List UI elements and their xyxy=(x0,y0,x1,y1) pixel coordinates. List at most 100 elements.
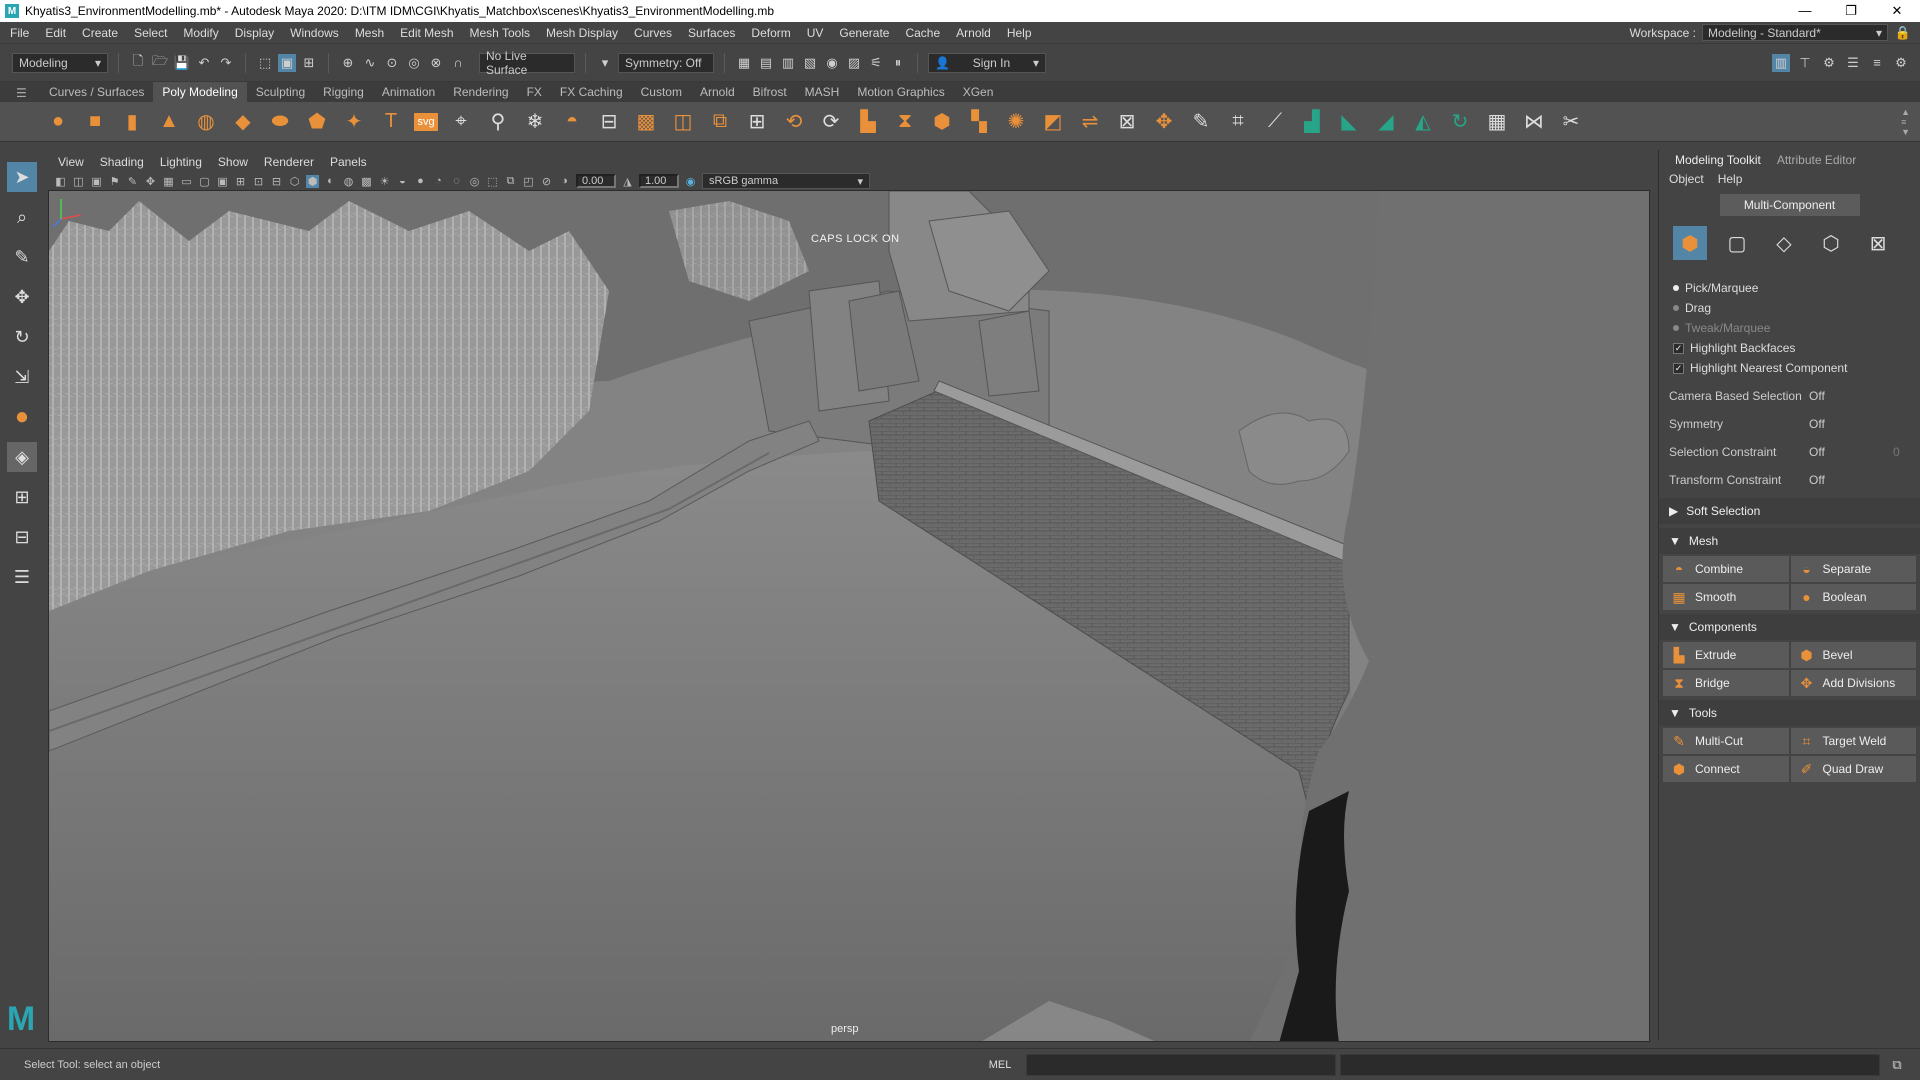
tab-attribute-editor[interactable]: Attribute Editor xyxy=(1769,151,1864,169)
highlight-backfaces-checkbox[interactable]: ✓ Highlight Backfaces xyxy=(1659,338,1920,358)
bookmark-flag-icon[interactable]: ⚑ xyxy=(108,175,121,188)
menu-uv[interactable]: UV xyxy=(799,26,832,40)
use-all-lights-icon[interactable]: ☀ xyxy=(378,175,391,188)
tweak-marquee-option[interactable]: Tweak/Marquee xyxy=(1659,318,1920,338)
pick-marquee-option[interactable]: Pick/Marquee xyxy=(1659,278,1920,298)
snap-magnet-icon[interactable]: ∩ xyxy=(449,54,467,72)
object-mode-icon[interactable]: ⬢ xyxy=(1673,226,1707,260)
tab-arnold[interactable]: Arnold xyxy=(691,82,744,102)
extrude-button[interactable]: ▙ Extrude xyxy=(1663,642,1789,668)
uv-layout-icon[interactable]: ↻ xyxy=(1446,108,1474,136)
bevel-icon[interactable]: ⬢ xyxy=(928,108,956,136)
svg-icon[interactable]: svg xyxy=(414,112,438,131)
combine-icon[interactable]: ◓ xyxy=(558,108,586,136)
two-d-pan-icon[interactable]: ✥ xyxy=(144,175,157,188)
shelf-scroll-down-icon[interactable]: ▼ xyxy=(1901,127,1910,137)
exposure-icon[interactable]: ◑ xyxy=(558,175,571,188)
motion-blur-icon[interactable]: ◔ xyxy=(432,175,445,188)
drag-option[interactable]: Drag xyxy=(1659,298,1920,318)
smooth-icon[interactable]: ▩ xyxy=(632,108,660,136)
menu-lighting[interactable]: Lighting xyxy=(160,155,202,169)
channel-box-icon[interactable]: ☰ xyxy=(1844,54,1862,72)
grease-pencil-icon[interactable]: ✎ xyxy=(126,175,139,188)
merge-icon[interactable]: ✥ xyxy=(1150,108,1178,136)
poly-cube-icon[interactable]: ■ xyxy=(81,108,109,136)
poly-text-icon[interactable]: T xyxy=(377,108,405,136)
hypershade-icon[interactable]: ◉ xyxy=(823,54,841,72)
retopo-icon[interactable]: ⟳ xyxy=(817,108,845,136)
uv-planar-icon[interactable]: ▟ xyxy=(1298,108,1326,136)
shadows-icon[interactable]: ◒ xyxy=(396,175,409,188)
tab-sculpting[interactable]: Sculpting xyxy=(247,82,314,102)
extrude-icon[interactable]: ▙ xyxy=(854,108,882,136)
menu-renderer[interactable]: Renderer xyxy=(264,155,314,169)
script-language-label[interactable]: MEL xyxy=(980,1059,1020,1071)
menu-file[interactable]: File xyxy=(0,26,37,40)
tab-motion-graphics[interactable]: Motion Graphics xyxy=(848,82,953,102)
remesh-icon[interactable]: ⟲ xyxy=(780,108,808,136)
add-divisions-button[interactable]: ✥ Add Divisions xyxy=(1790,670,1916,696)
menu-surfaces[interactable]: Surfaces xyxy=(680,26,743,40)
measure-icon[interactable]: ⌖ xyxy=(447,108,475,136)
workspace-dropdown[interactable]: Modeling - Standard* ▾ xyxy=(1702,24,1888,41)
render-frame-icon[interactable]: ▤ xyxy=(757,54,775,72)
last-tool-icon[interactable]: ● xyxy=(7,402,37,432)
create-uv-icon[interactable]: ⚲ xyxy=(484,108,512,136)
soft-selection-section[interactable]: ▶ Soft Selection xyxy=(1659,498,1920,524)
attribute-editor-icon[interactable]: ⊤ xyxy=(1796,54,1814,72)
target-weld-icon[interactable]: ⌗ xyxy=(1224,108,1252,136)
open-scene-icon[interactable]: 🗁 xyxy=(151,53,169,72)
super-shape-icon[interactable]: ✦ xyxy=(340,108,368,136)
poly-cylinder-icon[interactable]: ▮ xyxy=(118,108,146,136)
outliner-layout-icon[interactable]: ☰ xyxy=(7,562,37,592)
tab-curves-surfaces[interactable]: Curves / Surfaces xyxy=(40,82,153,102)
sign-in-dropdown[interactable]: 👤 Sign In ▾ xyxy=(928,52,1046,73)
smooth-button[interactable]: ▦ Smooth xyxy=(1663,584,1789,610)
shelf-scroll-up-icon[interactable]: ▲ xyxy=(1901,107,1910,117)
bookmark-icon[interactable]: ◫ xyxy=(72,175,85,188)
new-scene-icon[interactable]: 🗋 xyxy=(129,53,147,72)
smooth-shade-icon[interactable]: ⬢ xyxy=(306,174,319,188)
textured-icon[interactable]: ▩ xyxy=(360,175,373,188)
uv-automatic-icon[interactable]: ◭ xyxy=(1409,108,1437,136)
separate-button[interactable]: ◒ Separate xyxy=(1790,556,1916,582)
tab-rigging[interactable]: Rigging xyxy=(314,82,373,102)
modeling-toolkit-icon[interactable]: ▥ xyxy=(1772,53,1790,72)
safe-action-icon[interactable]: ⊡ xyxy=(252,175,265,188)
safe-title-icon[interactable]: ⊟ xyxy=(270,175,283,188)
platonic-solid-icon[interactable]: ⬟ xyxy=(303,108,331,136)
grid-icon[interactable]: ▦ xyxy=(162,175,175,188)
menu-mesh-display[interactable]: Mesh Display xyxy=(538,26,626,40)
menu-edit[interactable]: Edit xyxy=(37,26,74,40)
tab-poly-modeling[interactable]: Poly Modeling xyxy=(153,82,247,102)
depth-of-field-icon[interactable]: ◎ xyxy=(468,175,481,188)
uv-mode-icon[interactable]: ⊠ xyxy=(1861,226,1895,260)
wedge-icon[interactable]: ◩ xyxy=(1039,108,1067,136)
multi-component-button[interactable]: Multi-Component xyxy=(1719,194,1860,216)
uv-cut-icon[interactable]: ✂ xyxy=(1557,108,1585,136)
menu-select[interactable]: Select xyxy=(126,26,175,40)
gate-mask-icon[interactable]: ▣ xyxy=(216,175,229,188)
lasso-tool-icon[interactable]: ⌕ xyxy=(7,202,37,232)
connect-button[interactable]: ⬢ Connect xyxy=(1663,756,1789,782)
menu-curves[interactable]: Curves xyxy=(626,26,680,40)
lock-icon[interactable]: 🔒 xyxy=(1894,24,1912,42)
symmetry-row[interactable]: Symmetry Off xyxy=(1659,410,1920,438)
tab-custom[interactable]: Custom xyxy=(632,82,691,102)
tab-modeling-toolkit[interactable]: Modeling Toolkit xyxy=(1667,151,1769,169)
save-scene-icon[interactable]: 💾 xyxy=(173,54,191,72)
wireframe-icon[interactable]: ⬡ xyxy=(288,175,301,188)
tools-section[interactable]: ▼ Tools xyxy=(1659,700,1920,726)
xray-joints-icon[interactable]: ⊘ xyxy=(540,175,553,188)
menu-cache[interactable]: Cache xyxy=(897,26,948,40)
symmetry-dropdown[interactable]: Symmetry: Off xyxy=(618,52,714,73)
uv-cylindrical-icon[interactable]: ◣ xyxy=(1335,108,1363,136)
ambient-occlusion-icon[interactable]: ● xyxy=(414,175,427,188)
highlight-nearest-checkbox[interactable]: ✓ Highlight Nearest Component xyxy=(1659,358,1920,378)
bridge-icon[interactable]: ⧗ xyxy=(891,108,919,136)
menu-object[interactable]: Object xyxy=(1669,172,1704,186)
camera-based-selection-row[interactable]: Camera Based Selection Off xyxy=(1659,382,1920,410)
menu-show[interactable]: Show xyxy=(218,155,248,169)
combine-button[interactable]: ◓ Combine xyxy=(1663,556,1789,582)
xray-icon[interactable]: ⧉ xyxy=(504,175,517,188)
